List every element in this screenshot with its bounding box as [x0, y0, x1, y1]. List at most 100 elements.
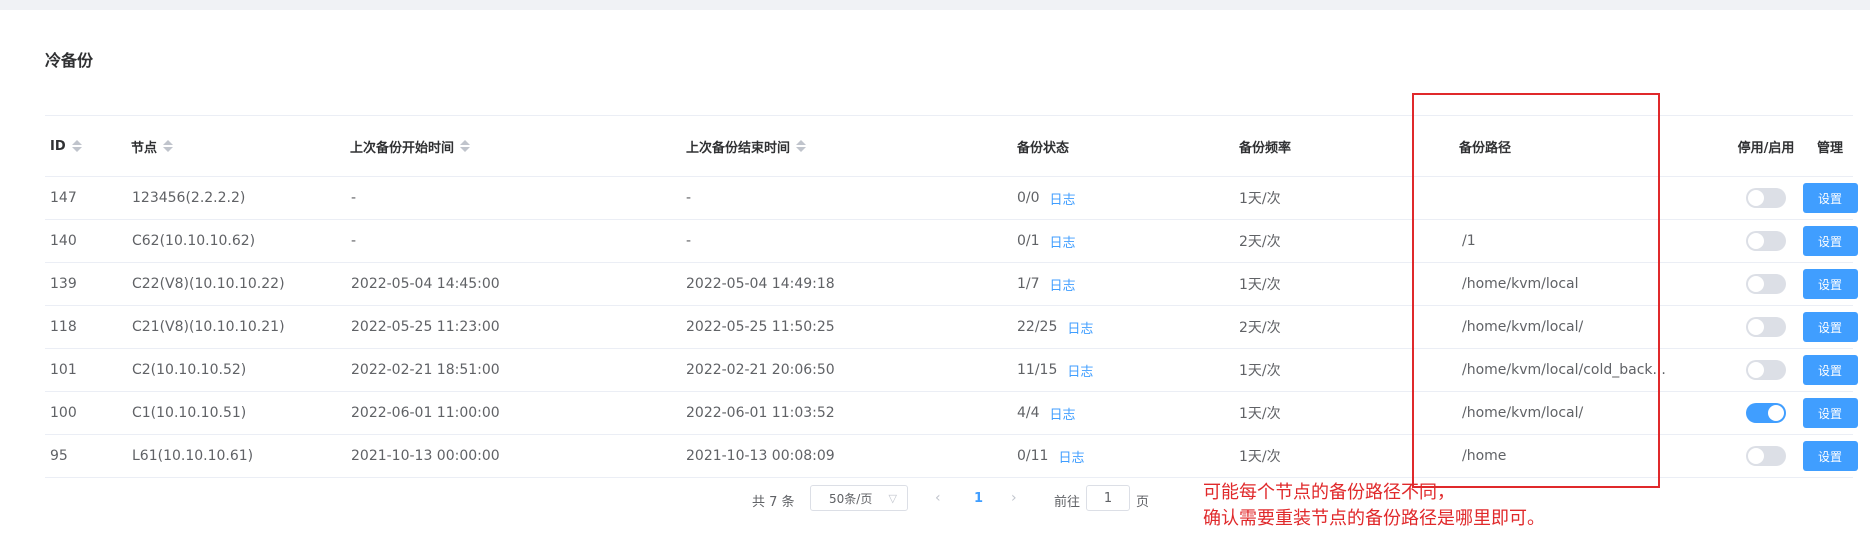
cell-node: 123456(2.2.2.2): [132, 190, 246, 206]
enable-toggle[interactable]: [1746, 188, 1786, 208]
path-highlight-box: [1412, 93, 1660, 488]
header-node-label: 节点: [131, 140, 158, 156]
header-node[interactable]: 节点: [131, 116, 174, 176]
settings-button[interactable]: 设置: [1802, 312, 1858, 342]
cell-status: 4/4 日志: [1017, 392, 1076, 434]
cell-status: 0/1 日志: [1017, 220, 1076, 262]
settings-button[interactable]: 设置: [1802, 355, 1858, 385]
cell-end-time: 2021-10-13 00:08:09: [686, 448, 835, 464]
prev-page-icon[interactable]: ‹: [935, 490, 941, 506]
cell-id: 95: [50, 448, 68, 464]
annotation-line-2: 确认需要重装节点的备份路径是哪里即可。: [1203, 508, 1545, 529]
cell-frequency: 1天/次: [1239, 277, 1281, 293]
cell-id: 147: [50, 190, 77, 206]
header-id[interactable]: ID: [50, 116, 82, 176]
page-unit-label: 页: [1136, 495, 1150, 510]
page-size-value: 50条/页: [829, 491, 873, 506]
header-end-label: 上次备份结束时间: [686, 140, 791, 156]
enable-toggle[interactable]: [1746, 446, 1786, 466]
header-end-time[interactable]: 上次备份结束时间: [686, 116, 807, 176]
cell-end-time: -: [686, 190, 692, 206]
log-link[interactable]: 日志: [1067, 318, 1093, 337]
cell-node: C2(10.10.10.52): [132, 362, 247, 378]
settings-button[interactable]: 设置: [1802, 441, 1858, 471]
cell-id: 140: [50, 233, 77, 249]
cell-node: C22(V8)(10.10.10.22): [132, 276, 285, 292]
goto-label: 前往: [1054, 495, 1081, 510]
cell-node: C21(V8)(10.10.10.21): [132, 319, 285, 335]
goto-page-input[interactable]: 1: [1086, 485, 1130, 511]
cell-start-time: 2022-02-21 18:51:00: [351, 362, 500, 378]
settings-button[interactable]: 设置: [1802, 183, 1858, 213]
cell-start-time: 2022-05-25 11:23:00: [351, 319, 500, 335]
settings-button[interactable]: 设置: [1802, 226, 1858, 256]
status-value: 0/11: [1017, 448, 1049, 464]
cell-frequency: 1天/次: [1239, 363, 1281, 379]
cell-end-time: 2022-05-25 11:50:25: [686, 319, 835, 335]
enable-toggle[interactable]: [1746, 231, 1786, 251]
page-title: 冷备份: [45, 51, 94, 70]
cell-manage: 设置: [1787, 392, 1870, 434]
cell-manage: 设置: [1787, 220, 1870, 262]
cell-frequency: 1天/次: [1239, 406, 1281, 422]
cell-end-time: -: [686, 233, 692, 249]
cell-id: 101: [50, 362, 77, 378]
log-link[interactable]: 日志: [1050, 404, 1076, 423]
status-value: 0/0: [1017, 190, 1040, 206]
header-frequency: 备份频率: [1239, 140, 1292, 156]
enable-toggle[interactable]: [1746, 317, 1786, 337]
log-link[interactable]: 日志: [1050, 232, 1076, 251]
sort-icon[interactable]: [460, 140, 471, 152]
log-link[interactable]: 日志: [1058, 447, 1084, 466]
cell-frequency: 2天/次: [1239, 234, 1281, 250]
sort-icon[interactable]: [163, 140, 174, 152]
log-link[interactable]: 日志: [1067, 361, 1093, 380]
log-link[interactable]: 日志: [1050, 275, 1076, 294]
cell-manage: 设置: [1787, 177, 1870, 219]
cell-start-time: -: [351, 190, 357, 206]
header-manage: 管理: [1816, 140, 1843, 156]
cell-manage: 设置: [1787, 306, 1870, 348]
settings-button[interactable]: 设置: [1802, 269, 1858, 299]
settings-button[interactable]: 设置: [1802, 398, 1858, 428]
enable-toggle[interactable]: [1746, 360, 1786, 380]
cell-manage: 设置: [1787, 435, 1870, 477]
pagination: 共 7 条 50条/页 ▽ ‹ 1 › 前往 1 页: [0, 485, 1870, 515]
header-id-label: ID: [50, 138, 66, 154]
cell-start-time: 2021-10-13 00:00:00: [351, 448, 500, 464]
status-value: 11/15: [1017, 362, 1058, 378]
cell-status: 1/7 日志: [1017, 263, 1076, 305]
annotation-line-1: 可能每个节点的备份路径不同，: [1203, 482, 1455, 503]
cell-frequency: 1天/次: [1239, 191, 1281, 207]
cell-start-time: 2022-05-04 14:45:00: [351, 276, 500, 292]
cell-end-time: 2022-06-01 11:03:52: [686, 405, 835, 421]
cell-start-time: 2022-06-01 11:00:00: [351, 405, 500, 421]
enable-toggle[interactable]: [1746, 274, 1786, 294]
cell-status: 0/11 日志: [1017, 435, 1084, 477]
chevron-down-icon: ▽: [888, 491, 897, 505]
page-number-current[interactable]: 1: [974, 491, 983, 506]
status-value: 0/1: [1017, 233, 1040, 249]
cell-status: 0/0 日志: [1017, 177, 1076, 219]
cell-status: 22/25 日志: [1017, 306, 1093, 348]
status-value: 22/25: [1017, 319, 1058, 335]
cell-node: C62(10.10.10.62): [132, 233, 256, 249]
cell-manage: 设置: [1787, 349, 1870, 391]
cell-frequency: 1天/次: [1239, 449, 1281, 465]
cell-id: 118: [50, 319, 77, 335]
next-page-icon[interactable]: ›: [1011, 490, 1017, 506]
log-link[interactable]: 日志: [1050, 189, 1076, 208]
cell-id: 139: [50, 276, 77, 292]
header-start-time[interactable]: 上次备份开始时间: [350, 116, 471, 176]
page-size-select[interactable]: 50条/页 ▽: [810, 485, 908, 511]
header-start-label: 上次备份开始时间: [350, 140, 455, 156]
sort-icon[interactable]: [71, 140, 82, 152]
status-value: 4/4: [1017, 405, 1040, 421]
cell-node: L61(10.10.10.61): [132, 448, 254, 464]
pagination-total: 共 7 条: [752, 495, 795, 510]
cell-id: 100: [50, 405, 77, 421]
cell-manage: 设置: [1787, 263, 1870, 305]
enable-toggle[interactable]: [1746, 403, 1786, 423]
sort-icon[interactable]: [796, 140, 807, 152]
cell-node: C1(10.10.10.51): [132, 405, 247, 421]
